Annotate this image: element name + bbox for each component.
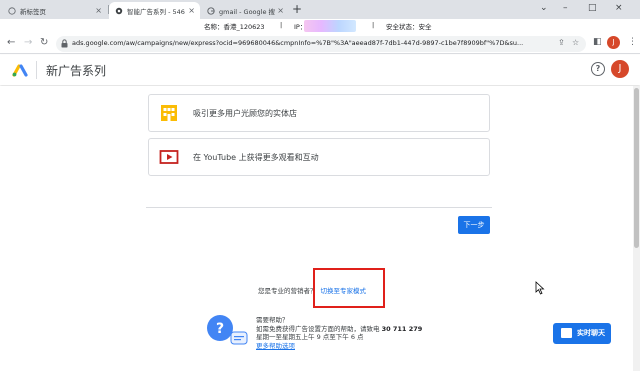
sidepanel-icon[interactable]: ◧ <box>593 37 602 47</box>
google-icon <box>207 6 215 15</box>
close-icon[interactable]: × <box>188 6 195 15</box>
tab-smart-campaign[interactable]: 智能广告系列 - 546 × <box>109 2 200 19</box>
header-divider <box>36 61 37 79</box>
more-help-options-link[interactable]: 更多帮助选项 <box>256 342 295 350</box>
info-separator: | <box>280 21 283 29</box>
help-icon[interactable]: ? <box>591 62 605 76</box>
help-hours: 星期一至星期五上午 9 点至下午 6 点 <box>256 333 364 341</box>
minimize-icon[interactable]: – <box>563 3 568 13</box>
forward-icon[interactable]: → <box>24 37 32 48</box>
url-text: ads.google.com/aw/campaigns/new/express?… <box>72 39 524 47</box>
tab-title: gmail - Google 搜 <box>219 7 276 16</box>
tab-search-icon[interactable]: ⌄ <box>540 3 548 13</box>
tab-strip: 新标签页 × 智能广告系列 - 546 × gmail - Google 搜 ×… <box>0 0 640 19</box>
tab-title: 新标签页 <box>20 7 46 16</box>
profile-name: 名称：香港_120623 <box>204 23 265 31</box>
page-title: 新广告系列 <box>46 64 107 78</box>
back-icon[interactable]: ← <box>7 37 15 48</box>
help-chat-bubbles-icon: ? <box>207 315 248 345</box>
new-tab-button[interactable]: + <box>292 2 302 16</box>
app-header: 新广告系列 ? J <box>0 55 640 85</box>
main-content: 吸引更多用户光顾您的实体店 在 YouTube 上获得更多观看和互动 下一步 您… <box>0 86 633 371</box>
live-chat-label: 实时聊天 <box>577 329 605 337</box>
goal-option-youtube-views[interactable]: 在 YouTube 上获得更多观看和互动 <box>148 138 490 176</box>
page-scrollbar[interactable] <box>633 86 640 371</box>
youtube-play-icon <box>159 150 179 164</box>
svg-text:?: ? <box>216 321 224 337</box>
browser-toolbar: ← → ↻ ads.google.com/aw/campaigns/new/ex… <box>0 34 640 54</box>
close-icon[interactable]: × <box>95 6 102 15</box>
mouse-cursor-icon <box>535 281 545 295</box>
ads-favicon-icon <box>115 7 123 14</box>
info-separator: | <box>372 21 375 29</box>
chrome-icon <box>8 6 16 15</box>
goal-option-store-visits[interactable]: 吸引更多用户光顾您的实体店 <box>148 94 490 132</box>
live-chat-button[interactable]: 实时聊天 <box>553 323 611 344</box>
security-status: 安全状态：安全 <box>386 23 432 31</box>
tab-title: 智能广告系列 - 546 <box>127 7 185 16</box>
help-section: 需要帮助？ 如需免费获得广告设置方面的帮助，请致电 30 711 279 星期一… <box>256 316 422 350</box>
goal-label: 在 YouTube 上获得更多观看和互动 <box>193 153 319 162</box>
lock-icon <box>61 39 68 48</box>
ip-redacted <box>304 20 356 32</box>
menu-kebab-icon[interactable]: ⋮ <box>628 37 637 47</box>
help-title: 需要帮助？ <box>256 316 289 324</box>
pro-prompt-text: 您是专业的营销者？ <box>258 287 317 295</box>
address-bar[interactable]: ads.google.com/aw/campaigns/new/express?… <box>56 36 586 52</box>
bookmark-star-icon[interactable]: ☆ <box>572 38 579 47</box>
section-divider <box>146 207 492 208</box>
close-icon[interactable]: × <box>277 6 284 15</box>
browser-profile-avatar[interactable]: J <box>607 36 620 49</box>
help-phone: 30 711 279 <box>381 324 423 333</box>
tab-gmail-search[interactable]: gmail - Google 搜 × <box>201 2 289 19</box>
storefront-icon <box>161 105 177 121</box>
help-line: 如需免费获得广告设置方面的帮助，请致电 30 711 279 <box>256 325 422 334</box>
goal-label: 吸引更多用户光顾您的实体店 <box>193 109 297 118</box>
reload-icon[interactable]: ↻ <box>40 37 48 48</box>
avatar[interactable]: J <box>611 60 629 78</box>
highlight-annotation <box>313 268 385 308</box>
scrollbar-thumb[interactable] <box>634 88 639 248</box>
maximize-icon[interactable]: □ <box>588 3 597 13</box>
google-ads-logo-icon[interactable] <box>12 63 28 77</box>
tab-new-tab[interactable]: 新标签页 × <box>2 2 107 19</box>
help-call-text: 如需免费获得广告设置方面的帮助，请致电 <box>256 324 380 333</box>
window-close-icon[interactable]: × <box>615 3 623 13</box>
next-button[interactable]: 下一步 <box>458 216 490 234</box>
share-icon[interactable]: ⇪ <box>558 38 565 47</box>
chat-icon <box>561 328 572 338</box>
